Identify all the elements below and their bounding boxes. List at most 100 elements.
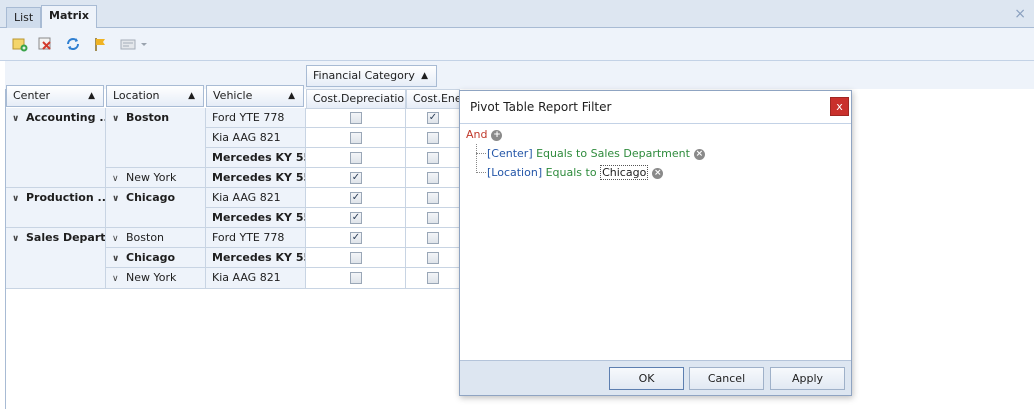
checkbox-unchecked[interactable]	[350, 272, 362, 284]
vehicle-cell[interactable]: Kia AAG 821	[206, 268, 306, 289]
location-cell[interactable]: ∨ Chicago	[106, 188, 206, 228]
data-cell	[406, 188, 460, 208]
vehicle-cell[interactable]: Ford YTE 778	[206, 228, 306, 248]
data-cell	[406, 168, 460, 188]
checkbox-unchecked[interactable]	[427, 252, 439, 264]
condition-operator[interactable]: Equals to	[536, 147, 587, 160]
tab-matrix[interactable]: Matrix	[41, 5, 97, 29]
data-cell	[406, 128, 460, 148]
apply-button[interactable]: Apply	[770, 367, 845, 390]
center-label: Accounting ...	[26, 111, 106, 124]
vehicle-label: Kia AAG 821	[212, 271, 281, 284]
checkbox-unchecked[interactable]	[350, 112, 362, 124]
data-cell	[406, 208, 460, 228]
condition-field[interactable]: [Location]	[487, 166, 542, 179]
filter-editor[interactable]: And + [Center] Equals to Sales Department…	[460, 124, 851, 362]
vehicle-label: Kia AAG 821	[212, 131, 281, 144]
location-cell[interactable]: ∨ New York	[106, 168, 206, 188]
location-cell[interactable]: ∨ Chicago	[106, 248, 206, 268]
data-cell: ✓	[306, 208, 406, 228]
add-rule-icon[interactable]	[10, 34, 30, 54]
apply-label: Apply	[791, 372, 824, 385]
delete-rule-icon[interactable]	[35, 34, 55, 54]
sort-asc-icon: ▲	[421, 71, 428, 81]
vehicle-label: Mercedes KY 55...	[212, 211, 305, 224]
location-cell[interactable]: ∨ Boston	[106, 108, 206, 168]
add-condition-icon[interactable]: +	[491, 129, 503, 141]
row-field-location-label: Location	[113, 89, 160, 102]
location-cell[interactable]: ∨ New York	[106, 268, 206, 289]
location-label: New York	[126, 171, 177, 184]
data-cell	[306, 128, 406, 148]
checkbox-unchecked[interactable]	[427, 152, 439, 164]
row-field-center[interactable]: Center ▲	[6, 85, 104, 107]
close-glyph: x	[836, 100, 843, 113]
dialog-title-bar[interactable]: Pivot Table Report Filter x	[460, 91, 851, 124]
chevron-down-icon[interactable]: ∨	[112, 170, 126, 187]
row-field-vehicle[interactable]: Vehicle ▲	[206, 85, 304, 107]
vehicle-cell[interactable]: Mercedes KY 55...	[206, 248, 306, 268]
chevron-down-icon[interactable]: ∨	[112, 110, 126, 129]
condition-value[interactable]: Chicago	[600, 165, 649, 180]
chevron-down-icon[interactable]: ∨	[112, 190, 126, 209]
vehicle-cell[interactable]: Mercedes KY 55...	[206, 208, 306, 228]
ok-button[interactable]: OK	[609, 367, 684, 390]
data-cell: ✓	[406, 108, 460, 128]
row-field-location[interactable]: Location ▲	[106, 85, 204, 107]
layout-dropdown-icon[interactable]	[118, 34, 152, 54]
condition-operator[interactable]: Equals to	[546, 166, 597, 179]
tab-strip: List Matrix ×	[0, 0, 1034, 29]
checkbox-unchecked[interactable]	[350, 252, 362, 264]
chevron-down-icon[interactable]: ∨	[112, 230, 126, 247]
chevron-down-icon[interactable]: ∨	[12, 230, 26, 249]
data-header-cost-energy[interactable]: Cost.Ener	[406, 89, 460, 109]
chevron-down-icon[interactable]: ∨	[12, 110, 26, 129]
checkbox-checked[interactable]: ✓	[350, 192, 362, 204]
checkbox-unchecked[interactable]	[427, 272, 439, 284]
toolbar	[0, 28, 1034, 61]
checkbox-checked[interactable]: ✓	[350, 232, 362, 244]
condition-field[interactable]: [Center]	[487, 147, 533, 160]
checkbox-unchecked[interactable]	[427, 212, 439, 224]
checkbox-checked[interactable]: ✓	[427, 112, 439, 124]
checkbox-checked[interactable]: ✓	[350, 172, 362, 184]
chevron-down-icon[interactable]: ∨	[12, 190, 26, 209]
vehicle-cell[interactable]: Mercedes KY 55...	[206, 168, 306, 188]
center-label: Sales Depart...	[26, 231, 106, 244]
close-tab-icon[interactable]: ×	[1014, 7, 1026, 21]
data-cell	[406, 268, 460, 289]
condition-value[interactable]: Sales Department	[591, 147, 690, 160]
center-label: Production ...	[26, 191, 106, 204]
center-cell[interactable]: ∨Sales Depart...	[6, 228, 106, 289]
tab-list[interactable]: List	[6, 7, 42, 28]
column-field-financial-category[interactable]: Financial Category ▲	[306, 65, 437, 87]
refresh-icon[interactable]	[63, 34, 83, 54]
vehicle-cell[interactable]: Kia AAG 821	[206, 128, 306, 148]
center-cell[interactable]: ∨ Production ...	[6, 188, 106, 228]
remove-condition-icon[interactable]: ×	[693, 148, 705, 160]
checkbox-unchecked[interactable]	[427, 192, 439, 204]
flag-icon[interactable]	[90, 34, 110, 54]
group-operator[interactable]: And	[466, 128, 487, 141]
location-label: Chicago	[126, 251, 176, 264]
checkbox-checked[interactable]: ✓	[350, 212, 362, 224]
chevron-down-icon[interactable]: ∨	[112, 250, 126, 267]
group-node: And +	[466, 128, 503, 141]
location-cell[interactable]: ∨ Boston	[106, 228, 206, 248]
checkbox-unchecked[interactable]	[427, 232, 439, 244]
data-header-cost-depreciation[interactable]: Cost.Depreciation	[306, 89, 406, 109]
checkbox-unchecked[interactable]	[427, 132, 439, 144]
vehicle-cell[interactable]: Mercedes KY 55...	[206, 148, 306, 168]
remove-condition-icon[interactable]: ×	[652, 167, 664, 179]
checkbox-unchecked[interactable]	[350, 152, 362, 164]
cancel-button[interactable]: Cancel	[689, 367, 764, 390]
tab-matrix-label: Matrix	[49, 9, 89, 22]
chevron-down-icon[interactable]: ∨	[112, 270, 126, 288]
vehicle-cell[interactable]: Ford YTE 778	[206, 108, 306, 128]
close-icon[interactable]: x	[830, 97, 849, 116]
checkbox-unchecked[interactable]	[427, 172, 439, 184]
center-cell[interactable]: ∨ Accounting ...	[6, 108, 106, 188]
sort-asc-icon: ▲	[188, 91, 195, 101]
checkbox-unchecked[interactable]	[350, 132, 362, 144]
vehicle-cell[interactable]: Kia AAG 821	[206, 188, 306, 208]
